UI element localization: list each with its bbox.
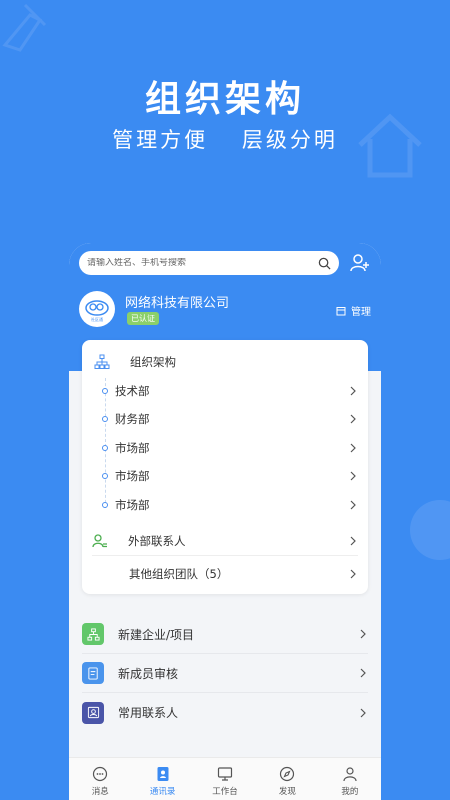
compass-icon — [280, 766, 295, 782]
department-label: 财务部 — [115, 412, 150, 426]
tab-label: 我的 — [341, 787, 359, 797]
org-tree-icon — [82, 623, 104, 645]
department-item[interactable]: 市场部 — [102, 491, 358, 519]
hero-subtitle-left: 管理方便 — [112, 128, 209, 152]
frequent-contacts-item[interactable]: 常用联系人 — [82, 693, 368, 732]
company-header: 社区通 网络科技有限公司 已认证 管理 — [79, 291, 371, 331]
new-enterprise-label: 新建企业/项目 — [118, 627, 195, 642]
department-label: 市场部 — [115, 441, 150, 455]
tab-label: 通讯录 — [149, 787, 176, 797]
department-label: 市场部 — [115, 469, 150, 483]
profile-icon — [343, 767, 357, 782]
chevron-right-icon — [350, 414, 356, 424]
add-user-button[interactable] — [347, 250, 373, 276]
department-label: 技术部 — [115, 384, 150, 398]
department-item[interactable]: 技术部 — [102, 377, 358, 405]
company-logo: 社区通 — [79, 291, 115, 327]
member-review-item[interactable]: 新成员审核 — [82, 654, 368, 693]
contacts-icon — [157, 767, 169, 781]
phone-screen: 社区通 网络科技有限公司 已认证 管理 组织架构 技 — [69, 243, 381, 800]
chevron-right-icon — [350, 536, 356, 545]
external-contacts-row[interactable]: 外部联系人 — [92, 526, 358, 556]
external-contacts-label: 外部联系人 — [128, 533, 186, 548]
chevron-right-icon — [360, 708, 366, 717]
chevron-right-icon — [350, 569, 356, 579]
department-label: 市场部 — [115, 498, 150, 512]
contact-list-icon — [92, 533, 107, 547]
search-input[interactable] — [87, 258, 307, 268]
tab-contacts[interactable]: 通讯录 — [131, 758, 193, 800]
tab-mine[interactable]: 我的 — [319, 758, 381, 800]
manage-label: 管理 — [351, 307, 371, 318]
tree-node-dot — [102, 502, 108, 508]
org-structure-title: 组织架构 — [130, 355, 176, 369]
tab-workbench[interactable]: 工作台 — [194, 758, 256, 800]
chevron-right-icon — [350, 443, 356, 453]
broom-icon — [2, 3, 47, 52]
document-check-icon — [82, 662, 104, 684]
department-item[interactable]: 市场部 — [102, 462, 358, 490]
org-tree-icon — [94, 354, 110, 369]
hero-subtitle-right: 层级分明 — [241, 128, 338, 152]
search-field[interactable] — [79, 251, 339, 275]
other-teams-label: 其他组织团队（5） — [129, 567, 229, 581]
manage-button[interactable]: 管理 — [336, 303, 371, 318]
tab-messages[interactable]: 消息 — [69, 758, 131, 800]
tab-label: 工作台 — [212, 787, 238, 797]
chevron-right-icon — [360, 668, 366, 678]
tree-node-dot — [102, 416, 108, 422]
tab-label: 发现 — [278, 787, 296, 797]
tree-node-dot — [102, 473, 108, 479]
workbench-icon — [217, 767, 233, 781]
chevron-right-icon — [350, 471, 356, 481]
hero-title: 组织架构 — [144, 79, 305, 120]
chevron-right-icon — [350, 500, 356, 510]
member-review-label: 新成员审核 — [118, 666, 179, 681]
add-user-icon — [350, 254, 369, 272]
search-bar — [79, 250, 373, 276]
logo-text: 社区通 — [91, 316, 103, 322]
message-icon — [93, 766, 108, 782]
verified-badge: 已认证 — [127, 312, 159, 325]
chevron-right-icon — [350, 386, 356, 396]
org-structure-card: 组织架构 技术部 财务部 市场部 市场部 市场部 外部联系人 其他组织团队（5） — [82, 340, 368, 594]
department-item[interactable]: 市场部 — [102, 434, 358, 462]
contact-card-icon — [82, 701, 104, 724]
action-list: 新建企业/项目 新成员审核 常用联系人 — [82, 615, 368, 732]
hero-subtitle: 管理方便 层级分明 — [0, 124, 450, 154]
tab-discover[interactable]: 发现 — [256, 758, 318, 800]
org-structure-header[interactable]: 组织架构 — [94, 354, 176, 370]
tab-label: 消息 — [91, 787, 109, 797]
worker-icon — [410, 500, 450, 560]
department-item[interactable]: 财务部 — [102, 405, 358, 433]
other-teams-row[interactable]: 其他组织团队（5） — [92, 559, 358, 589]
calendar-icon — [336, 306, 346, 315]
tree-node-dot — [102, 445, 108, 451]
company-name: 网络科技有限公司 — [125, 296, 230, 311]
new-enterprise-item[interactable]: 新建企业/项目 — [82, 615, 368, 654]
bottom-tab-bar: 消息 通讯录 工作台 发现 我的 — [69, 757, 381, 800]
search-icon[interactable] — [318, 257, 331, 270]
chevron-right-icon — [360, 629, 366, 639]
tree-node-dot — [102, 388, 108, 394]
frequent-contacts-label: 常用联系人 — [118, 706, 179, 720]
cloud-logo-icon: 社区通 — [85, 300, 109, 322]
